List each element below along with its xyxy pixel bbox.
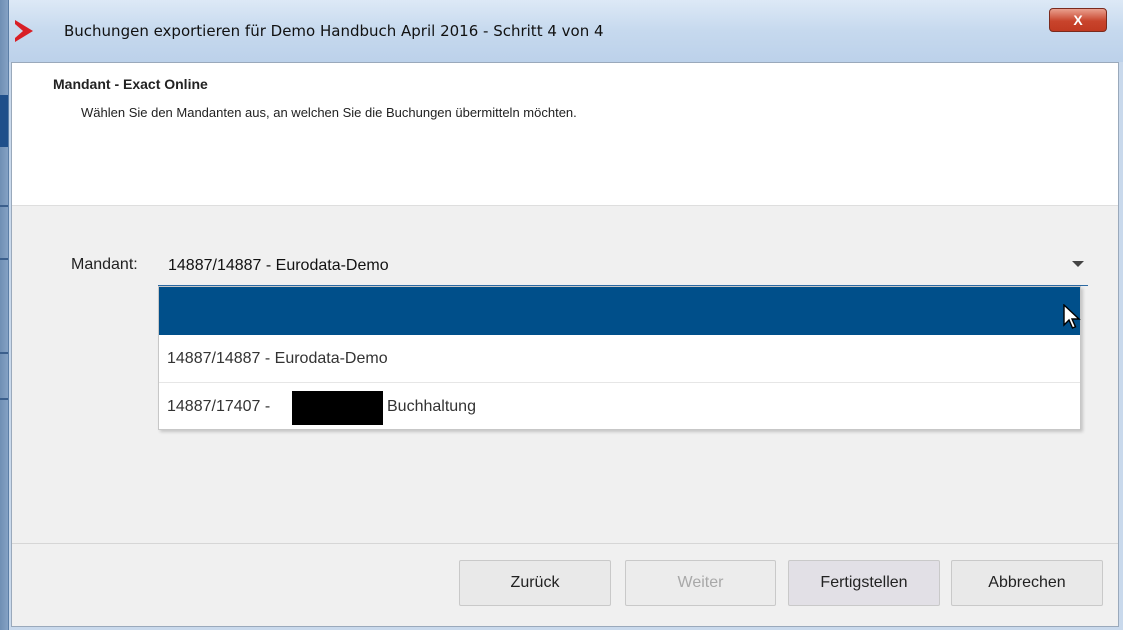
cancel-button[interactable]: Abbrechen [951,560,1103,606]
footer-divider [12,543,1118,544]
next-button[interactable]: Weiter [625,560,776,606]
redaction-box [292,391,383,425]
title-bar[interactable]: Buchungen exportieren für Demo Handbuch … [9,0,1123,62]
mandant-label: Mandant: [71,256,138,273]
finish-button[interactable]: Fertigstellen [788,560,940,606]
dropdown-option-label-suffix: Buchhaltung [387,398,476,415]
close-button[interactable]: X [1049,8,1107,32]
dropdown-option-buchhaltung[interactable]: 14887/17407 - Buchhaltung [159,383,1080,431]
back-button[interactable]: Zurück [459,560,611,606]
step-description: Wählen Sie den Mandanten aus, an welchen… [81,105,577,120]
step-header: Mandant - Exact Online Wählen Sie den Ma… [12,63,1118,206]
dialog-content: Mandant - Exact Online Wählen Sie den Ma… [11,62,1119,627]
dropdown-option-label-prefix: 14887/17407 - [167,398,271,415]
app-logo-icon-cutout [15,24,23,38]
chevron-down-icon[interactable] [1072,261,1084,267]
mandant-selected-value: 14887/14887 - Eurodata-Demo [168,257,389,274]
window-title: Buchungen exportieren für Demo Handbuch … [64,22,604,40]
dropdown-option-empty[interactable] [159,287,1081,335]
mandant-dropdown-list: 14887/14887 - Eurodata-Demo 14887/17407 … [158,286,1081,430]
dropdown-option-eurodata-demo[interactable]: 14887/14887 - Eurodata-Demo [159,335,1080,383]
dropdown-option-label: 14887/14887 - Eurodata-Demo [167,350,388,367]
mouse-cursor-icon [1063,304,1081,329]
mandant-combobox[interactable]: 14887/14887 - Eurodata-Demo [158,246,1088,286]
export-wizard-dialog: Buchungen exportieren für Demo Handbuch … [8,0,1123,630]
step-title: Mandant - Exact Online [53,76,208,92]
